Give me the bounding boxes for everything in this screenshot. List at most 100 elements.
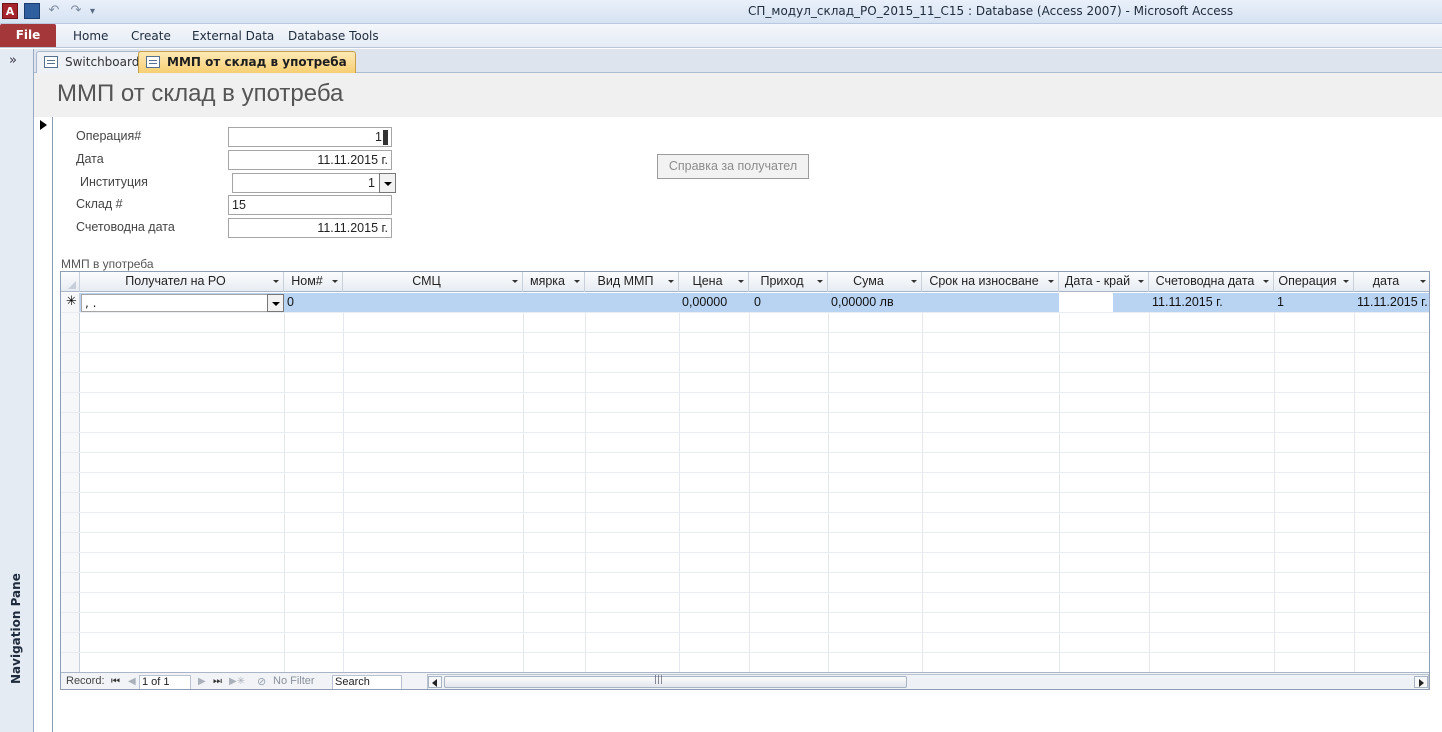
subform-datasheet[interactable]: Получател на РО Ном# СМЦ мярка Вид ММП Ц… xyxy=(60,271,1430,690)
cell-date[interactable]: 11.11.2015 г. xyxy=(1354,293,1428,312)
search-input[interactable]: Search xyxy=(332,675,402,689)
col-header-sum[interactable]: Сума xyxy=(828,272,922,292)
expand-nav-pane-icon[interactable]: » xyxy=(9,53,17,68)
col-header-acc-date[interactable]: Счетоводна дата xyxy=(1149,272,1274,292)
col-header-label: Ном# xyxy=(291,274,323,288)
record-selector-strip[interactable] xyxy=(34,117,53,732)
col-header-label: Приход xyxy=(760,274,804,288)
scroll-left-icon[interactable] xyxy=(428,676,442,688)
chevron-down-icon[interactable] xyxy=(379,173,396,193)
no-filter-button[interactable]: No Filter xyxy=(273,675,315,687)
sort-arrow-icon[interactable] xyxy=(817,280,823,283)
scroll-right-icon[interactable] xyxy=(1414,676,1428,688)
grid-hline xyxy=(61,372,1429,373)
form-header: ММП от склад в употреба xyxy=(34,73,1442,117)
sort-arrow-icon[interactable] xyxy=(1048,280,1054,283)
datasheet-header: Получател на РО Ном# СМЦ мярка Вид ММП Ц… xyxy=(61,272,1429,292)
grid-vline xyxy=(1274,293,1275,672)
recipient-report-button[interactable]: Справка за получател xyxy=(657,154,809,179)
previous-record-icon[interactable]: ◀ xyxy=(128,676,136,687)
file-tab[interactable]: File xyxy=(0,24,56,47)
current-record-input[interactable]: 1 of 1 xyxy=(139,675,191,689)
sort-arrow-icon[interactable] xyxy=(1420,280,1426,283)
sort-arrow-icon[interactable] xyxy=(668,280,674,283)
grid-vline xyxy=(922,293,923,672)
col-header-type[interactable]: Вид ММП xyxy=(585,272,679,292)
save-icon[interactable] xyxy=(24,3,40,19)
recipient-combo[interactable]: , . xyxy=(81,294,284,312)
acc-date-field[interactable]: 11.11.2015 г. xyxy=(228,218,392,238)
col-header-label: Вид ММП xyxy=(597,274,654,288)
sort-arrow-icon[interactable] xyxy=(512,280,518,283)
sort-arrow-icon[interactable] xyxy=(574,280,580,283)
cell-sum[interactable]: 0,00000 лв xyxy=(828,293,894,312)
acc-date-label: Счетоводна дата xyxy=(76,220,175,234)
form-title: ММП от склад в употреба xyxy=(57,80,344,107)
first-record-icon[interactable]: ⏮ xyxy=(111,676,120,687)
sort-arrow-icon[interactable] xyxy=(273,280,279,283)
col-header-label: дата xyxy=(1372,274,1400,288)
warehouse-field[interactable]: 15 xyxy=(228,195,392,215)
col-header-num[interactable]: Ном# xyxy=(284,272,343,292)
grid-hline xyxy=(61,412,1429,413)
datasheet-body[interactable]: ✳ , . 0 0,00000 0 0,00000 лв 11.11.2015 … xyxy=(61,293,1429,672)
sort-arrow-icon[interactable] xyxy=(738,280,744,283)
col-header-label: Операция xyxy=(1278,274,1337,288)
col-header-income[interactable]: Приход xyxy=(749,272,828,292)
col-header-smc[interactable]: СМЦ xyxy=(343,272,523,292)
col-header-unit[interactable]: мярка xyxy=(523,272,585,292)
tab-home[interactable]: Home xyxy=(73,29,108,43)
doc-tab-switchboard[interactable]: Switchboard xyxy=(36,51,149,73)
sort-arrow-icon[interactable] xyxy=(1263,280,1269,283)
scroll-thumb[interactable] xyxy=(444,676,907,688)
operation-label: Операция# xyxy=(76,129,142,143)
tab-external-data[interactable]: External Data xyxy=(192,29,274,43)
col-header-label: мярка xyxy=(529,274,565,288)
sort-arrow-icon[interactable] xyxy=(1343,280,1349,283)
last-record-icon[interactable]: ⏭ xyxy=(213,676,222,687)
col-header-price[interactable]: Цена xyxy=(679,272,749,292)
grid-hline xyxy=(61,352,1429,353)
row-selector-column[interactable] xyxy=(61,293,80,672)
cell-num[interactable]: 0 xyxy=(284,293,294,312)
cell-income[interactable]: 0 xyxy=(751,293,761,312)
cell-operation[interactable]: 1 xyxy=(1274,293,1284,312)
document-tabs: Switchboard ММП от склад в употреба xyxy=(34,49,1442,73)
cell-acc-date[interactable]: 11.11.2015 г. xyxy=(1149,293,1223,312)
sort-arrow-icon[interactable] xyxy=(1138,280,1144,283)
grid-hline xyxy=(61,332,1429,333)
horizontal-scrollbar[interactable]: ||| xyxy=(427,674,1429,689)
tab-database-tools[interactable]: Database Tools xyxy=(288,29,379,43)
institution-combo[interactable]: 1 xyxy=(232,173,396,193)
title-bar: A ↶ ↷ ▾ СП_модул_склад_РО_2015_11_С15 : … xyxy=(0,0,1442,24)
col-header-date[interactable]: дата xyxy=(1354,272,1429,292)
select-all-corner[interactable] xyxy=(61,272,80,292)
doc-tab-active-form[interactable]: ММП от склад в употреба xyxy=(138,51,356,73)
grid-hline xyxy=(61,392,1429,393)
chevron-down-icon[interactable] xyxy=(267,294,284,312)
operation-field[interactable]: 1 xyxy=(228,127,392,147)
cell-price[interactable]: 0,00000 xyxy=(679,293,727,312)
col-header-operation[interactable]: Операция xyxy=(1274,272,1354,292)
date-field[interactable]: 11.11.2015 г. xyxy=(228,150,392,170)
next-record-icon[interactable]: ▶ xyxy=(198,676,206,687)
cell-end-date[interactable] xyxy=(1059,293,1113,312)
col-header-label: СМЦ xyxy=(412,274,441,288)
tab-create[interactable]: Create xyxy=(131,29,171,43)
customize-toolbar-icon[interactable]: ▾ xyxy=(90,6,95,17)
quick-access-toolbar: A ↶ ↷ ▾ xyxy=(2,3,95,19)
col-header-end-date[interactable]: Дата - край xyxy=(1059,272,1149,292)
filter-icon[interactable]: ⊘ xyxy=(257,675,266,688)
col-header-wear-term[interactable]: Срок на износване xyxy=(922,272,1059,292)
sort-arrow-icon[interactable] xyxy=(911,280,917,283)
navigation-pane[interactable]: » Navigation Pane xyxy=(0,49,34,732)
sort-arrow-icon[interactable] xyxy=(332,280,338,283)
col-header-recipient[interactable]: Получател на РО xyxy=(80,272,284,292)
grid-vline xyxy=(1354,293,1355,672)
new-record-nav-icon[interactable]: ▶✳ xyxy=(229,676,245,687)
access-app-icon[interactable]: A xyxy=(2,3,18,19)
grid-vline xyxy=(679,293,680,672)
undo-icon[interactable]: ↶ xyxy=(46,3,62,19)
redo-icon[interactable]: ↷ xyxy=(68,3,84,19)
navigation-pane-label[interactable]: Navigation Pane xyxy=(9,549,27,709)
